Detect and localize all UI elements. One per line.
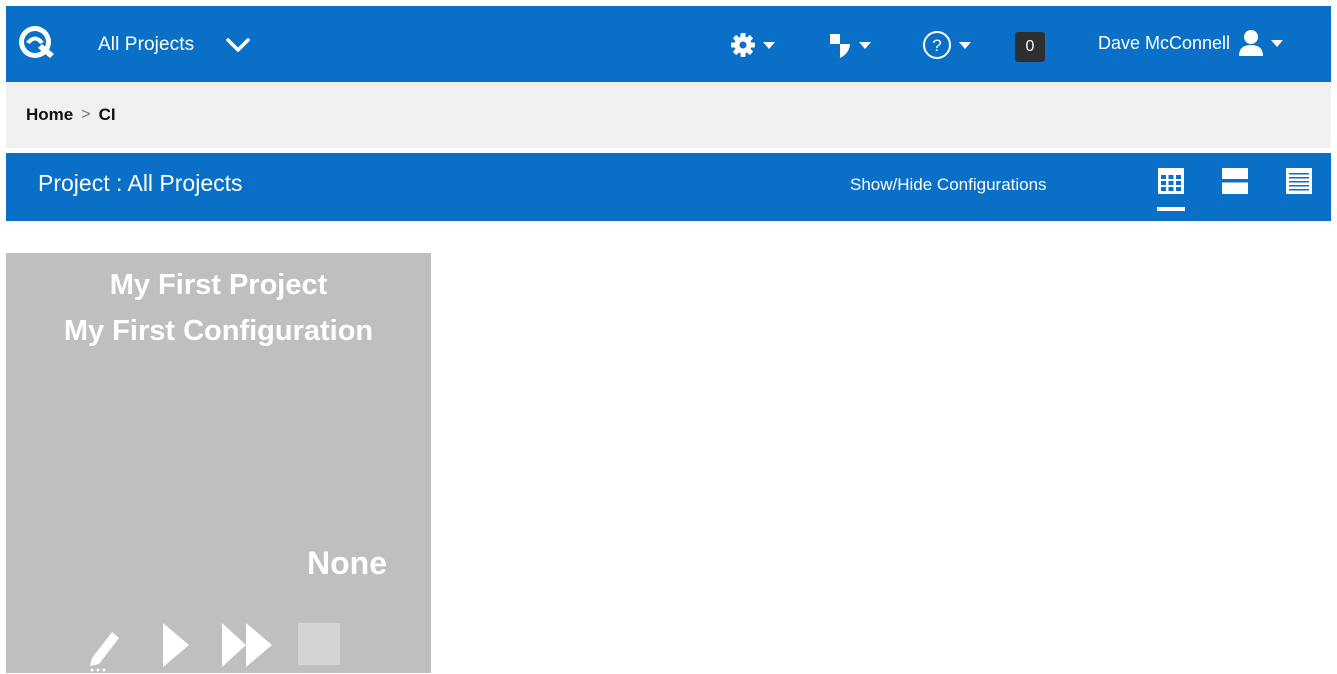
top-navigation-bar: All Projects ? 0 Dave McConnell (6, 6, 1331, 82)
tile-status: None (307, 545, 387, 581)
grid-view-icon (1158, 168, 1184, 194)
dropdown-caret-icon (1271, 39, 1284, 47)
logo-icon[interactable] (16, 24, 56, 62)
stop-icon[interactable] (297, 622, 341, 666)
tile-configuration-name: My First Configuration (63, 315, 374, 347)
help-menu[interactable]: ? (922, 30, 971, 60)
breadcrumb: Home > CI (26, 105, 116, 125)
user-icon (1239, 30, 1264, 56)
chevron-down-icon (226, 38, 250, 52)
dropdown-caret-icon (859, 41, 871, 49)
show-hide-configurations-button[interactable]: Show/Hide Configurations (850, 175, 1047, 195)
user-menu[interactable]: Dave McConnell (1098, 28, 1284, 58)
tile-project-name: My First Project (109, 269, 328, 301)
fast-forward-icon[interactable] (220, 621, 274, 669)
gear-icon (731, 33, 755, 57)
security-menu[interactable] (828, 30, 871, 60)
user-name: Dave McConnell (1098, 32, 1231, 53)
split-view-icon (1222, 168, 1248, 194)
play-icon[interactable] (161, 621, 191, 669)
project-selector[interactable]: All Projects (98, 32, 252, 58)
project-header-bar: Project : All Projects Show/Hide Configu… (6, 153, 1331, 221)
edit-icon[interactable] (82, 624, 122, 674)
configuration-tile[interactable]: My First Project My First Configuration … (6, 253, 431, 673)
dropdown-caret-icon (959, 41, 971, 49)
shield-icon (830, 34, 850, 58)
project-selector-label: All Projects (98, 34, 195, 55)
notifications-badge[interactable]: 0 (1015, 32, 1045, 62)
help-icon: ? (923, 31, 951, 59)
breadcrumb-separator: > (81, 106, 91, 123)
page-title: Project : All Projects (38, 170, 243, 196)
grid-view-button[interactable] (1157, 167, 1185, 211)
settings-menu[interactable] (730, 30, 775, 60)
breadcrumb-bar: Home > CI (6, 82, 1331, 148)
svg-text:?: ? (932, 36, 941, 55)
list-view-icon (1286, 168, 1312, 194)
breadcrumb-home-link[interactable]: Home (26, 105, 73, 125)
list-view-button[interactable] (1285, 167, 1313, 205)
split-view-button[interactable] (1221, 167, 1249, 205)
dropdown-caret-icon (763, 41, 775, 49)
breadcrumb-current: CI (98, 105, 116, 124)
